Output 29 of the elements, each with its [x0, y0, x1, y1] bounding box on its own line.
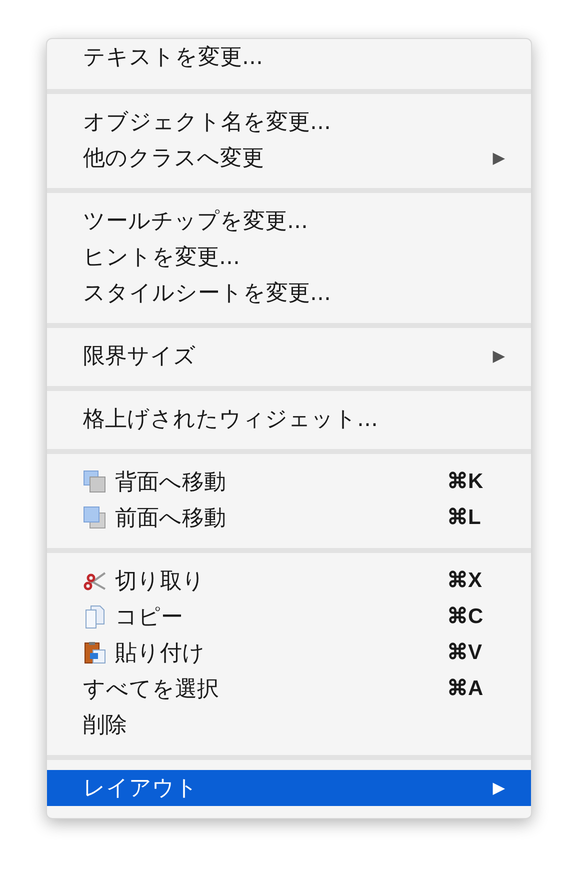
- clipboard-icon: [83, 641, 107, 665]
- menu-item[interactable]: 切り取り ⌘X: [47, 563, 531, 599]
- submenu-arrow: ▶: [492, 345, 505, 367]
- menu-item[interactable]: 限界サイズ ▶: [47, 338, 531, 374]
- menu-item[interactable]: コピー ⌘C: [47, 599, 531, 635]
- shortcut-label: ⌘X: [447, 568, 484, 594]
- stacked-squares-icon: [83, 470, 107, 494]
- shortcut-label: ⌘A: [447, 676, 484, 702]
- menu-item[interactable]: オブジェクト名を変更...: [47, 104, 531, 140]
- menu-item[interactable]: レイアウト ▶: [47, 770, 531, 806]
- shortcut-label: ⌘V: [447, 640, 484, 666]
- menu-item[interactable]: ヒントを変更...: [47, 239, 531, 275]
- shortcut-label: ⌘K: [447, 469, 484, 496]
- stacked-squares-icon: [83, 506, 107, 530]
- menu-item[interactable]: スタイルシートを変更...: [47, 275, 531, 311]
- shortcut-label: ⌘L: [447, 505, 482, 532]
- menu-item[interactable]: 前面へ移動 ⌘L: [47, 500, 531, 536]
- menu-item[interactable]: 削除: [47, 707, 531, 743]
- menu-item[interactable]: 他のクラスへ変更 ▶: [47, 140, 531, 176]
- menu-item[interactable]: ツールチップを変更...: [47, 203, 531, 239]
- document-icon: [83, 605, 107, 629]
- menu-item[interactable]: すべてを選択 ⌘A: [47, 671, 531, 707]
- submenu-arrow: ▶: [492, 777, 505, 799]
- menu-item[interactable]: 背面へ移動 ⌘K: [47, 464, 531, 500]
- menu-item[interactable]: テキストを変更...: [47, 39, 531, 75]
- shortcut-label: ⌘C: [447, 604, 484, 630]
- submenu-arrow: ▶: [492, 147, 505, 169]
- menu-item[interactable]: 貼り付け ⌘V: [47, 635, 531, 671]
- menu-item[interactable]: 格上げされたウィジェット...: [47, 401, 531, 437]
